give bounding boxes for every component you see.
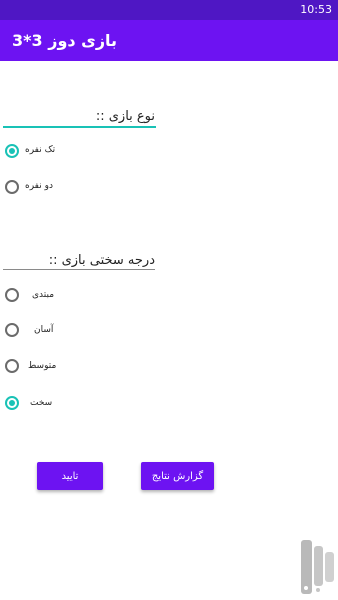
radio-easy[interactable]	[5, 323, 19, 337]
radio-medium-label[interactable]: متوسط	[28, 361, 56, 371]
radio-beginner-label[interactable]: مبتدی	[32, 290, 54, 300]
app-bar: بازی دوز 3*3	[0, 20, 338, 61]
status-bar: 10:53	[0, 0, 338, 20]
radio-two-player[interactable]	[5, 180, 19, 194]
bazaar-logo-icon	[301, 540, 334, 594]
game-type-title: نوع بازی ::	[95, 109, 155, 124]
difficulty-title: درجه سختی بازی ::	[48, 253, 155, 268]
radio-hard-label[interactable]: سخت	[30, 398, 52, 408]
radio-easy-label[interactable]: آسان	[34, 325, 53, 335]
radio-two-player-label[interactable]: دو نفره	[25, 181, 53, 191]
radio-medium[interactable]	[5, 359, 19, 373]
difficulty-underline	[3, 269, 155, 270]
status-time: 10:53	[300, 3, 332, 16]
report-results-button[interactable]: گزارش نتایج	[141, 462, 214, 490]
radio-single-player-label[interactable]: تک نفره	[25, 145, 55, 155]
confirm-button[interactable]: تایید	[37, 462, 103, 490]
radio-single-player[interactable]	[5, 144, 19, 158]
game-type-underline	[3, 126, 156, 128]
radio-hard[interactable]	[5, 396, 19, 410]
app-title: بازی دوز 3*3	[12, 31, 118, 50]
radio-beginner[interactable]	[5, 288, 19, 302]
